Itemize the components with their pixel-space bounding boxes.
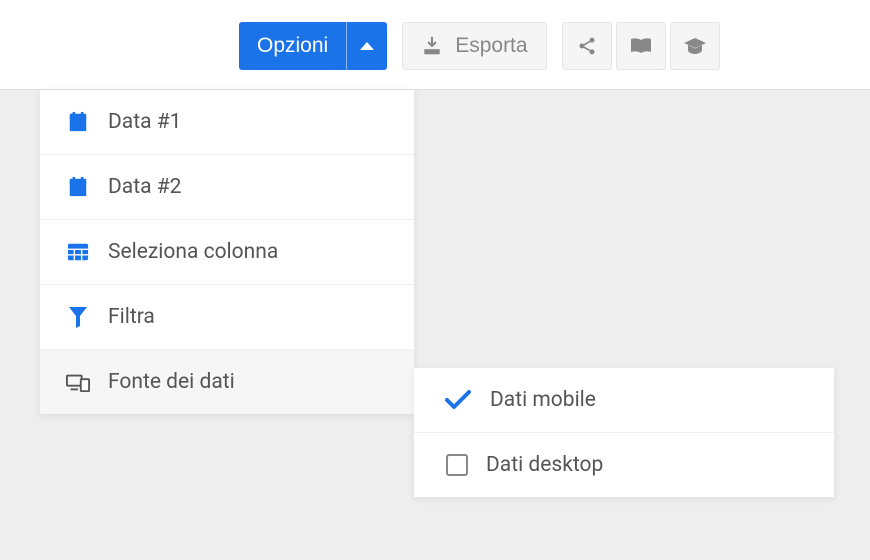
dropdown-item-filter[interactable]: Filtra	[40, 285, 414, 350]
dropdown-item-label: Data #1	[108, 110, 181, 134]
dropdown-item-datasource[interactable]: Fonte dei dati	[40, 350, 414, 414]
options-caret-button[interactable]	[346, 22, 387, 70]
guide-button[interactable]	[616, 22, 666, 70]
dropdown-item-label: Seleziona colonna	[108, 240, 278, 264]
dropdown-item-label: Data #2	[108, 175, 181, 199]
datasource-submenu: Dati mobile Dati desktop	[414, 368, 834, 497]
submenu-item-mobile[interactable]: Dati mobile	[414, 368, 834, 433]
export-button[interactable]: Esporta	[402, 22, 546, 70]
calendar-icon	[66, 110, 90, 134]
dropdown-item-columns[interactable]: Seleziona colonna	[40, 220, 414, 285]
dropdown-item-date2[interactable]: Data #2	[40, 155, 414, 220]
dropdown-item-date1[interactable]: Data #1	[40, 90, 414, 155]
options-dropdown-menu: Data #1 Data #2 Seleziona colonna Filtra…	[40, 90, 414, 414]
dropdown-item-label: Fonte dei dati	[108, 370, 235, 394]
submenu-item-label: Dati desktop	[486, 453, 603, 477]
check-icon	[444, 388, 472, 412]
book-icon	[629, 36, 653, 56]
options-button[interactable]: Opzioni	[239, 22, 346, 70]
share-button[interactable]	[562, 22, 612, 70]
checkbox-empty-icon	[446, 454, 468, 476]
graduation-cap-icon	[683, 36, 707, 56]
tutorial-button[interactable]	[670, 22, 720, 70]
caret-up-icon	[360, 42, 374, 50]
devices-icon	[66, 370, 90, 394]
funnel-icon	[66, 305, 90, 329]
options-button-group: Opzioni	[239, 22, 387, 70]
export-button-label: Esporta	[455, 34, 527, 58]
toolbar: Opzioni Esporta	[239, 22, 720, 70]
submenu-item-label: Dati mobile	[490, 388, 596, 412]
submenu-item-desktop[interactable]: Dati desktop	[414, 433, 834, 497]
download-icon	[421, 36, 443, 56]
dropdown-item-label: Filtra	[108, 305, 155, 329]
icon-button-group	[562, 22, 720, 70]
calendar-icon	[66, 175, 90, 199]
table-icon	[66, 240, 90, 264]
share-icon	[577, 36, 597, 56]
